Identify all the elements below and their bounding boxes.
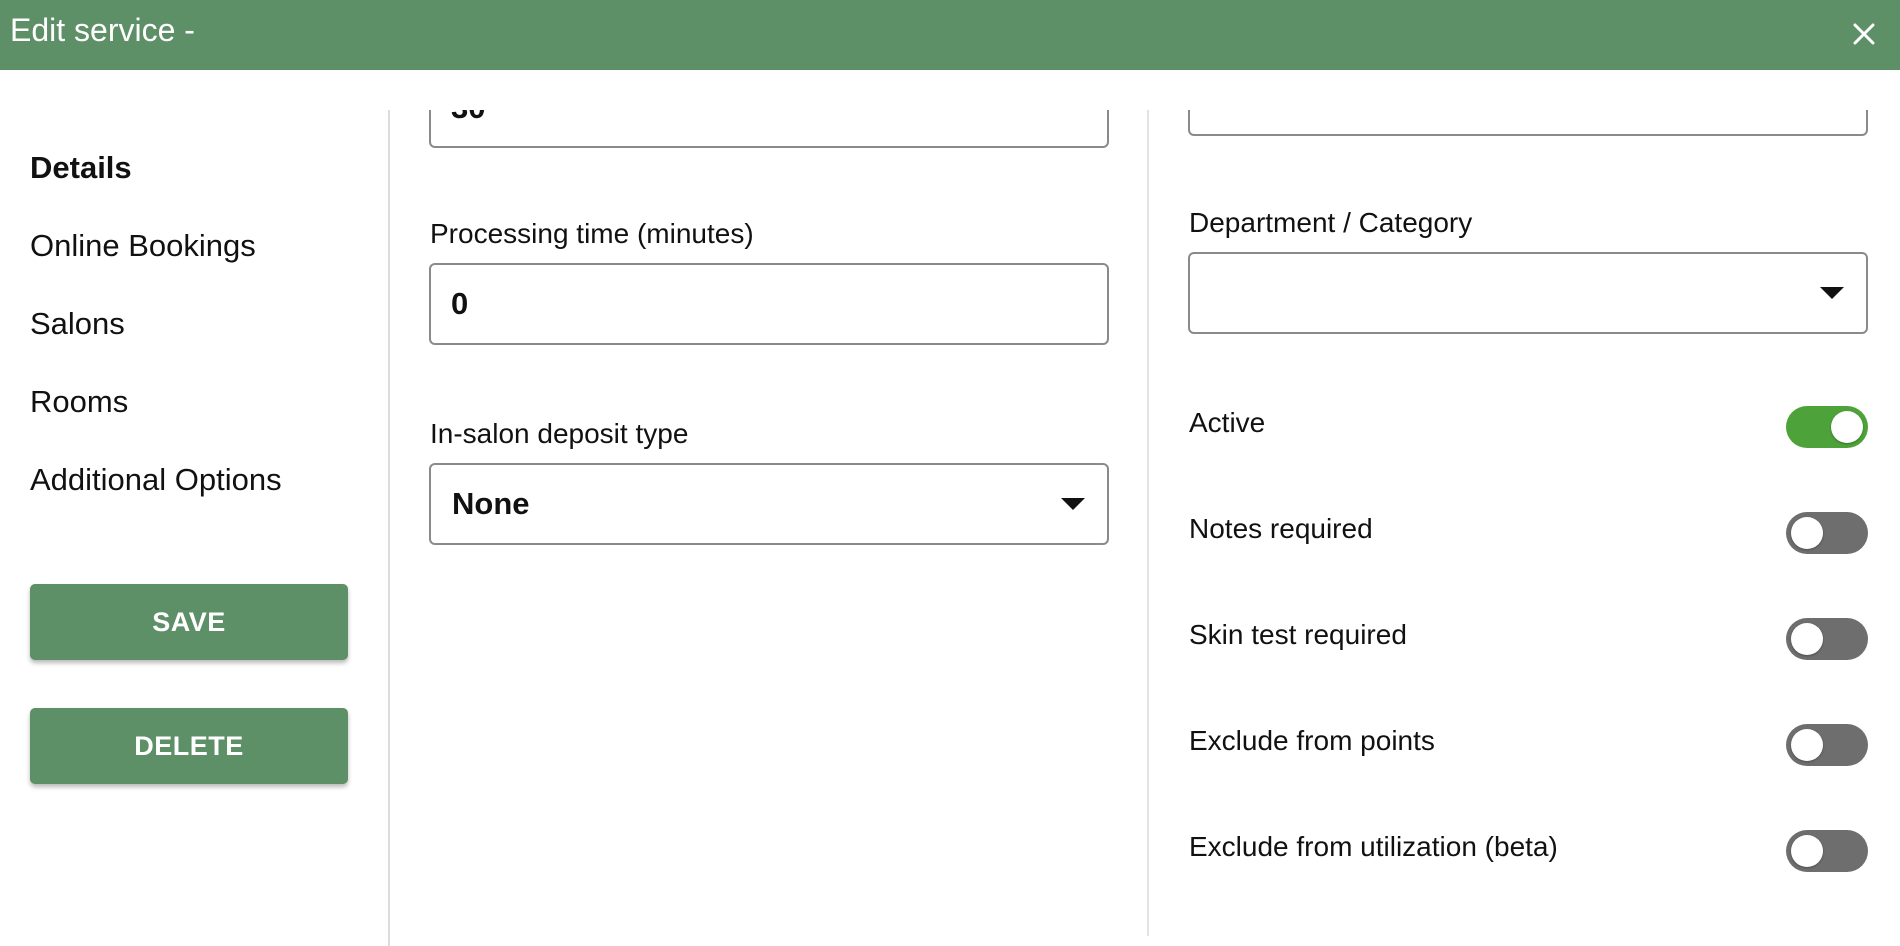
save-button[interactable]: SAVE — [30, 584, 348, 660]
sidebar-item-rooms[interactable]: Rooms — [30, 384, 128, 420]
duration-value: 30 — [451, 110, 485, 126]
processing-time-input[interactable]: 0 — [429, 263, 1109, 345]
exclude-points-label: Exclude from points — [1189, 725, 1435, 756]
close-button[interactable] — [1846, 16, 1882, 52]
exclude-points-toggle[interactable] — [1786, 724, 1868, 766]
sidebar-nav: Details Online Bookings Salons Rooms Add… — [0, 70, 388, 946]
sidebar-item-salons[interactable]: Salons — [30, 306, 125, 342]
exclude-utilization-toggle[interactable] — [1786, 830, 1868, 872]
skin-test-required-label: Skin test required — [1189, 619, 1407, 650]
chevron-down-icon — [1061, 498, 1085, 510]
sidebar-divider — [388, 110, 390, 946]
toggle-knob — [1791, 517, 1823, 549]
sidebar-item-additional-options[interactable]: Additional Options — [30, 462, 282, 498]
toggle-knob — [1791, 835, 1823, 867]
processing-time-value: 0 — [451, 286, 469, 321]
deposit-type-select[interactable]: None — [429, 463, 1109, 545]
exclude-utilization-label: Exclude from utilization (beta) — [1189, 831, 1558, 862]
sidebar-item-details[interactable]: Details — [30, 150, 132, 186]
department-label: Department / Category — [1189, 207, 1473, 238]
column-divider — [1147, 110, 1149, 936]
chevron-down-icon — [1820, 287, 1844, 299]
toggle-knob — [1791, 623, 1823, 655]
deposit-type-label: In-salon deposit type — [430, 418, 689, 449]
department-select[interactable] — [1188, 252, 1868, 334]
scrolled-field-clip-right — [1188, 110, 1869, 136]
notes-required-toggle[interactable] — [1786, 512, 1868, 554]
price-input[interactable] — [1188, 110, 1868, 136]
toggle-knob — [1831, 411, 1863, 443]
deposit-type-value: None — [452, 486, 530, 521]
processing-time-label: Processing time (minutes) — [430, 218, 754, 249]
scrolled-field-clip: 30 — [429, 110, 1110, 148]
active-toggle[interactable] — [1786, 406, 1868, 448]
sidebar-item-online-bookings[interactable]: Online Bookings — [30, 228, 256, 264]
toggle-knob — [1791, 729, 1823, 761]
skin-test-required-toggle[interactable] — [1786, 618, 1868, 660]
dialog-title: Edit service - — [10, 12, 195, 48]
notes-required-label: Notes required — [1189, 513, 1373, 544]
delete-button[interactable]: DELETE — [30, 708, 348, 784]
active-label: Active — [1189, 407, 1266, 438]
close-icon — [1853, 23, 1875, 45]
dialog-titlebar: Edit service - — [0, 0, 1900, 70]
duration-input[interactable]: 30 — [429, 110, 1109, 148]
